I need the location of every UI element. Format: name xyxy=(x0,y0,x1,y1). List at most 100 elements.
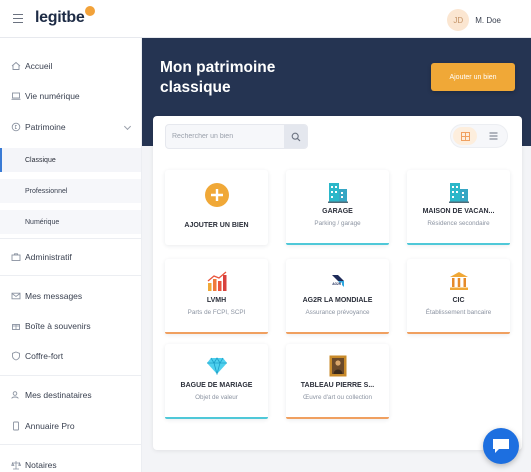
sidebar-divider xyxy=(0,375,141,376)
diamond-icon xyxy=(165,355,268,377)
painting-icon xyxy=(286,355,389,377)
sidebar-item-classique[interactable]: Classique xyxy=(0,148,141,172)
sidebar-item-label: Mes messages xyxy=(25,291,83,301)
sidebar-divider xyxy=(0,444,141,445)
laptop-icon xyxy=(11,91,21,101)
asset-card[interactable]: BAGUE DE MARIAGE Objet de valeur xyxy=(165,344,268,419)
shield-icon xyxy=(11,351,21,361)
sidebar-item-messages[interactable]: Mes messages xyxy=(0,284,141,308)
card-subtitle: Objet de valeur xyxy=(195,394,238,401)
sidebar-item-patrimoine[interactable]: Patrimoine xyxy=(0,115,141,139)
gift-icon xyxy=(11,321,21,331)
avatar: JD xyxy=(447,9,470,31)
user-menu[interactable]: JD M. Doe xyxy=(447,9,501,31)
view-toggle xyxy=(450,124,508,148)
sidebar-item-numerique[interactable]: Numérique xyxy=(0,210,141,234)
sidebar-item-label: Administratif xyxy=(25,252,72,262)
chevron-down-icon xyxy=(123,122,132,131)
card-title: LVMH xyxy=(206,297,227,304)
list-icon xyxy=(489,132,497,140)
chat-button[interactable] xyxy=(483,428,519,464)
card-title: BAGUE DE MARIAGE xyxy=(180,382,253,389)
sidebar-item-label: Classique xyxy=(25,156,56,164)
mail-icon xyxy=(11,291,21,301)
users-icon xyxy=(11,390,21,400)
card-accent-bar xyxy=(286,417,389,419)
asset-card[interactable]: CIC Établissement bancaire xyxy=(407,259,510,334)
search-button[interactable] xyxy=(284,125,307,148)
sidebar-item-label: Vie numérique xyxy=(25,91,80,101)
list-view-button[interactable] xyxy=(481,127,505,145)
asset-card[interactable]: MAISON DE VACAN... Résidence secondaire xyxy=(407,170,510,245)
add-asset-button[interactable]: Ajouter un bien xyxy=(431,63,515,91)
building-icon xyxy=(286,181,389,203)
sidebar-divider xyxy=(0,275,141,276)
card-accent-bar xyxy=(286,243,389,245)
sidebar-item-label: Notaires xyxy=(25,460,57,470)
ag2r-logo-icon: AG2R xyxy=(286,270,389,292)
card-title: CIC xyxy=(452,297,465,304)
sidebar-item-professionnel[interactable]: Professionnel xyxy=(0,179,141,203)
asset-card[interactable]: LVMH Parts de FCPI, SCPI xyxy=(165,259,268,334)
search-icon xyxy=(291,132,300,141)
sidebar-item-accueil[interactable]: Accueil xyxy=(0,54,141,78)
sidebar-item-coffre-fort[interactable]: Coffre-fort xyxy=(0,344,141,368)
sidebar-item-label: Mes destinataires xyxy=(25,390,92,400)
building-icon xyxy=(407,181,510,203)
logo-text: legitbe xyxy=(35,9,85,26)
card-title: MAISON DE VACAN... xyxy=(422,208,495,215)
phone-icon xyxy=(11,421,21,431)
logo[interactable]: legitbe xyxy=(35,6,96,27)
logo-dot-icon xyxy=(85,6,96,16)
menu-icon[interactable] xyxy=(13,14,23,23)
card-accent-bar xyxy=(407,332,510,334)
sidebar: Accueil Vie numérique Patrimoine Classiq… xyxy=(0,38,142,472)
card-subtitle: Établissement bancaire xyxy=(425,309,492,316)
card-accent-bar xyxy=(286,332,389,334)
sidebar-item-vie-numerique[interactable]: Vie numérique xyxy=(0,84,141,108)
sidebar-item-label: Accueil xyxy=(25,61,53,71)
sidebar-item-label: Annuaire Pro xyxy=(25,421,75,431)
briefcase-icon xyxy=(11,252,21,262)
asset-card[interactable]: TABLEAU PIERRE S... Œuvre d'art ou colle… xyxy=(286,344,389,419)
add-asset-card[interactable]: AJOUTER UN BIEN xyxy=(165,170,268,245)
sidebar-item-notaires[interactable]: Notaires xyxy=(0,453,141,472)
card-subtitle: Parts de FCPI, SCPI xyxy=(187,309,246,316)
sidebar-item-label: Patrimoine xyxy=(25,122,66,132)
coin-icon xyxy=(11,122,21,132)
search-box xyxy=(165,124,308,149)
home-icon xyxy=(11,61,21,71)
user-name: M. Doe xyxy=(475,15,501,25)
assets-panel: AJOUTER UN BIEN GARAGE Parking / garage … xyxy=(153,116,522,450)
card-title: AG2R LA MONDIALE xyxy=(302,297,373,304)
asset-card[interactable]: AG2R AG2R LA MONDIALE Assurance prévoyan… xyxy=(286,259,389,334)
card-subtitle: Œuvre d'art ou collection xyxy=(302,394,373,401)
balance-icon xyxy=(11,460,21,470)
sidebar-item-label: Boîte à souvenirs xyxy=(25,321,91,331)
main-content: Mon patrimoine classique Ajouter un bien… xyxy=(142,38,531,472)
card-subtitle: Assurance prévoyance xyxy=(305,309,370,316)
top-bar: legitbe JD M. Doe xyxy=(0,0,531,38)
card-accent-bar xyxy=(165,332,268,334)
card-title: AJOUTER UN BIEN xyxy=(184,222,249,229)
sidebar-item-administratif[interactable]: Administratif xyxy=(0,245,141,269)
grid-view-button[interactable] xyxy=(453,127,477,145)
card-accent-bar xyxy=(407,243,510,245)
sidebar-item-annuaire[interactable]: Annuaire Pro xyxy=(0,414,141,438)
sidebar-item-label: Numérique xyxy=(25,218,60,226)
card-subtitle: Résidence secondaire xyxy=(427,220,490,227)
sidebar-divider xyxy=(0,238,141,239)
sidebar-item-souvenirs[interactable]: Boîte à souvenirs xyxy=(0,314,141,338)
card-title: TABLEAU PIERRE S... xyxy=(300,382,375,389)
search-input[interactable] xyxy=(172,125,282,148)
sidebar-item-destinataires[interactable]: Mes destinataires xyxy=(0,383,141,407)
card-accent-bar xyxy=(165,417,268,419)
chat-icon xyxy=(493,439,509,453)
sidebar-item-label: Coffre-fort xyxy=(25,351,64,361)
grid-icon xyxy=(460,131,470,141)
asset-card[interactable]: GARAGE Parking / garage xyxy=(286,170,389,245)
svg-text:AG2R: AG2R xyxy=(332,282,342,286)
card-subtitle: Parking / garage xyxy=(314,220,361,227)
bank-icon xyxy=(407,270,510,292)
page-title: Mon patrimoine classique xyxy=(160,59,276,96)
